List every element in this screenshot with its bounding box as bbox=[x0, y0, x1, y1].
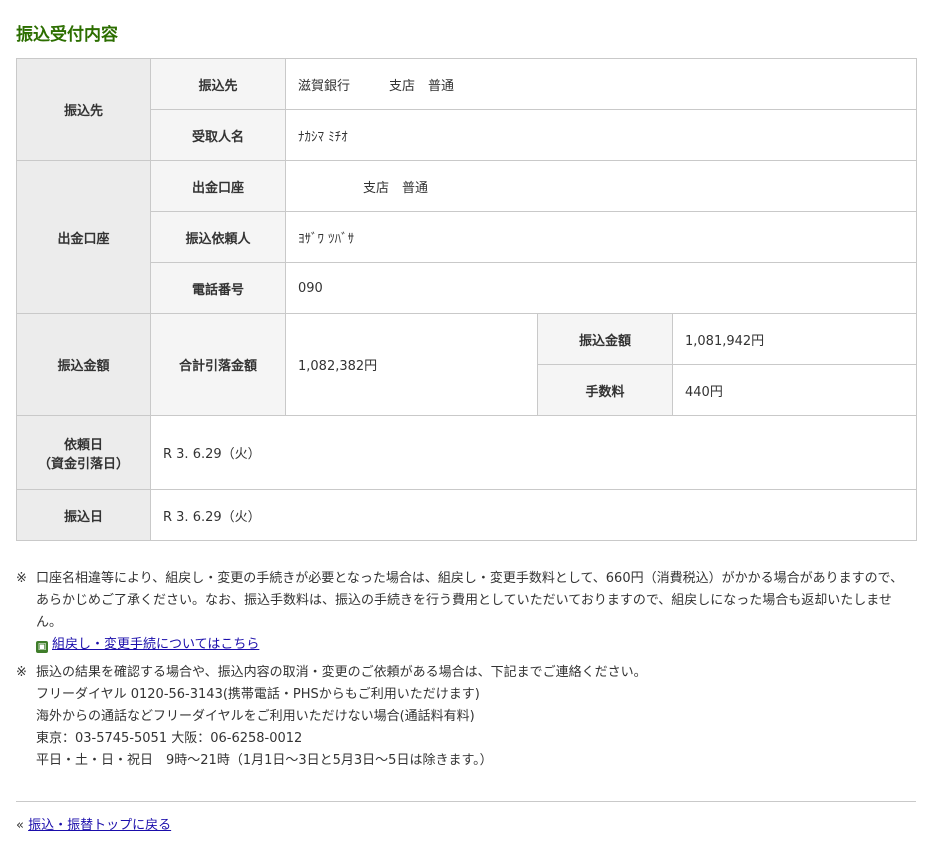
note-contact-line2: フリーダイヤル 0120-56-3143(携帯電話・PHSからもご利用いただけま… bbox=[36, 687, 480, 702]
requester-label: 振込依頼人 bbox=[150, 211, 286, 263]
note-link-line: ▣ 組戻し・変更手続についてはこちら bbox=[36, 634, 916, 656]
note-contact: ※ 振込の結果を確認する場合や、振込内容の取消・変更のご依頼がある場合は、下記ま… bbox=[16, 662, 916, 772]
amount-group-header: 振込金額 bbox=[16, 313, 151, 416]
transfer-amount-value: 1,081,942円 bbox=[671, 313, 918, 365]
footer-divider bbox=[16, 801, 916, 802]
note-mark: ※ bbox=[16, 665, 27, 680]
transfer-amount-label: 振込金額 bbox=[537, 313, 673, 365]
transfer-detail-table: 振込先 振込先 滋賀銀行 支店 普通 受取人名 ﾅｶｼﾏ ﾐﾁｵ 出金口座 出金… bbox=[16, 58, 918, 541]
request-date-value: R 3. 6.29（火） bbox=[149, 415, 918, 490]
debit-account-group-header: 出金口座 bbox=[16, 160, 151, 314]
notes-section: ※ 口座名相違等により、組戻し・変更の手続きが必要となった場合は、組戻し・変更手… bbox=[16, 568, 916, 772]
fee-label: 手数料 bbox=[537, 364, 673, 416]
transfer-date-label: 振込日 bbox=[16, 489, 151, 541]
payee-bank-value: 滋賀銀行 支店 普通 bbox=[284, 58, 918, 110]
fee-value: 440円 bbox=[671, 364, 918, 416]
transfer-date-value: R 3. 6.29（火） bbox=[149, 489, 918, 541]
recipient-name-label: 受取人名 bbox=[150, 109, 286, 161]
page-title: 振込受付内容 bbox=[16, 25, 118, 45]
note-mark: ※ bbox=[16, 571, 27, 586]
request-date-label-line2: （資金引落日） bbox=[37, 456, 129, 472]
phone-label: 電話番号 bbox=[150, 262, 286, 314]
debit-account-label: 出金口座 bbox=[150, 160, 286, 212]
note-fee-warning: ※ 口座名相違等により、組戻し・変更の手続きが必要となった場合は、組戻し・変更手… bbox=[16, 568, 916, 656]
back-prefix: « bbox=[16, 818, 24, 833]
debit-account-value: 支店 普通 bbox=[284, 160, 918, 212]
window-icon: ▣ bbox=[36, 641, 48, 653]
phone-value: 090 bbox=[284, 262, 918, 314]
requester-value: ﾖｻﾞﾜ ﾂﾊﾞｻ bbox=[284, 211, 918, 263]
request-date-label: 依頼日 （資金引落日） bbox=[16, 415, 151, 490]
payee-bank-label: 振込先 bbox=[150, 58, 286, 110]
total-debit-label: 合計引落金額 bbox=[150, 313, 286, 416]
request-date-label-line1: 依頼日 bbox=[63, 437, 103, 453]
total-debit-value: 1,082,382円 bbox=[285, 313, 538, 416]
back-to-transfer-top-link[interactable]: 振込・振替トップに戻る bbox=[28, 818, 171, 833]
note-contact-line3: 海外からの通話などフリーダイヤルをご利用いただけない場合(通話料有料) bbox=[36, 709, 475, 724]
note-contact-line4: 東京：03-5745-5051 大阪：06-6258-0012 bbox=[36, 731, 303, 746]
note-contact-line5: 平日・土・日・祝日 9時～21時（1月1日～3日と5月3日～5日は除きます。） bbox=[36, 753, 493, 768]
recipient-name-value: ﾅｶｼﾏ ﾐﾁｵ bbox=[284, 109, 918, 161]
correction-procedure-link[interactable]: 組戻し・変更手続についてはこちら bbox=[52, 637, 259, 652]
note-contact-line1: 振込の結果を確認する場合や、振込内容の取消・変更のご依頼がある場合は、下記までご… bbox=[36, 665, 647, 680]
back-navigation: « 振込・振替トップに戻る bbox=[16, 814, 171, 833]
payee-group-header: 振込先 bbox=[16, 58, 151, 161]
note-fee-text: 口座名相違等により、組戻し・変更の手続きが必要となった場合は、組戻し・変更手数料… bbox=[36, 571, 904, 630]
